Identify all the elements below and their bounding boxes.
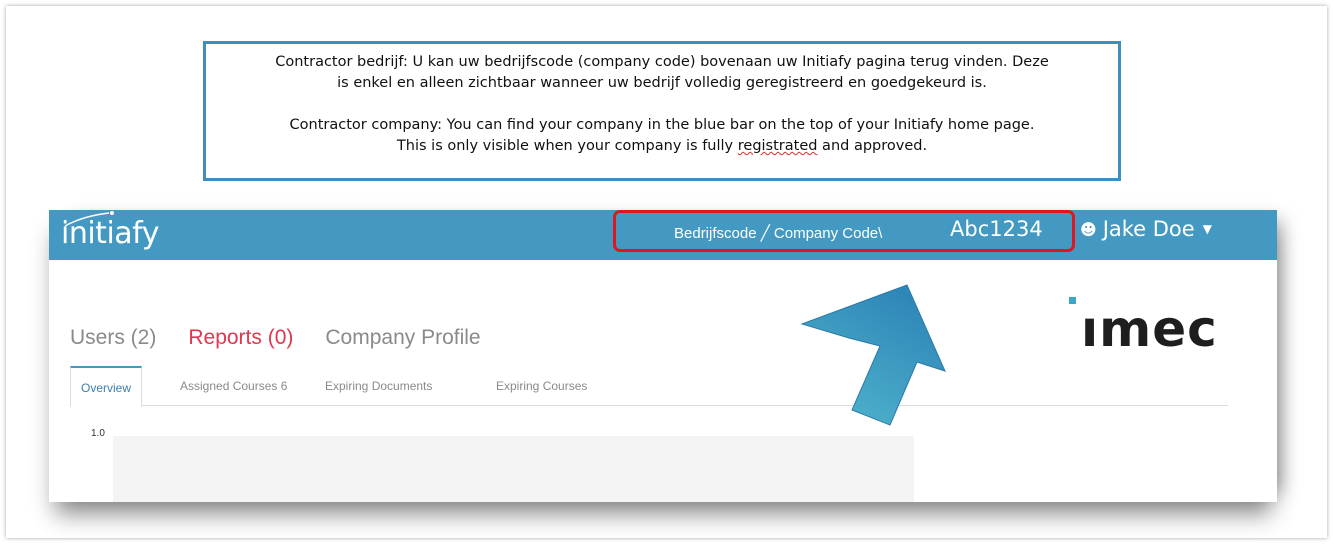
brand-dot: [1069, 297, 1076, 304]
imec-logo: ımec: [1081, 300, 1218, 358]
tab-reports[interactable]: Reports (0): [188, 326, 293, 350]
subtab-assigned-courses[interactable]: Assigned Courses 6: [170, 366, 297, 406]
tab-users[interactable]: Users (2): [70, 326, 156, 350]
company-code-value: Abc1234: [950, 217, 1043, 241]
user-icon: ☻: [1080, 219, 1097, 239]
caret-down-icon: ▼: [1202, 222, 1212, 236]
note-dutch-line-2: is enkel en alleen zichtbaar wanneer uw …: [337, 75, 987, 91]
misspelled-word: registrated: [737, 138, 818, 154]
initiafy-logo[interactable]: initiafy: [61, 216, 159, 251]
note-dutch-line-1: Contractor bedrijf: U kan uw bedrijfscod…: [275, 54, 1049, 70]
user-menu[interactable]: ☻ Jake Doe ▼: [1080, 217, 1212, 241]
user-name: Jake Doe: [1102, 217, 1195, 241]
subtab-overview[interactable]: Overview: [70, 366, 143, 407]
subtab-expiring-courses[interactable]: Expiring Courses: [486, 366, 597, 406]
note-english-line-1: Contractor company: You can find your co…: [289, 117, 1035, 133]
subtab-expiring-documents[interactable]: Expiring Documents: [315, 366, 442, 406]
top-bar: initiafy Bedrijfscode ╱ Company Code\ Ab…: [49, 210, 1277, 260]
chart-area: [113, 436, 914, 502]
chart-y-tick: 1.0: [91, 428, 105, 439]
note-english-line-2: This is only visible when your company i…: [396, 138, 928, 154]
company-code-label: Bedrijfscode ╱ Company Code\: [674, 225, 883, 242]
sub-tabs: Overview Assigned Courses 6 Expiring Doc…: [70, 366, 1228, 407]
main-tabs: Users (2) Reports (0) Company Profile: [70, 326, 481, 350]
instruction-note: Contractor bedrijf: U kan uw bedrijfscod…: [203, 41, 1121, 181]
initiafy-app-screenshot: initiafy Bedrijfscode ╱ Company Code\ Ab…: [49, 210, 1277, 502]
tab-company-profile[interactable]: Company Profile: [325, 326, 480, 350]
